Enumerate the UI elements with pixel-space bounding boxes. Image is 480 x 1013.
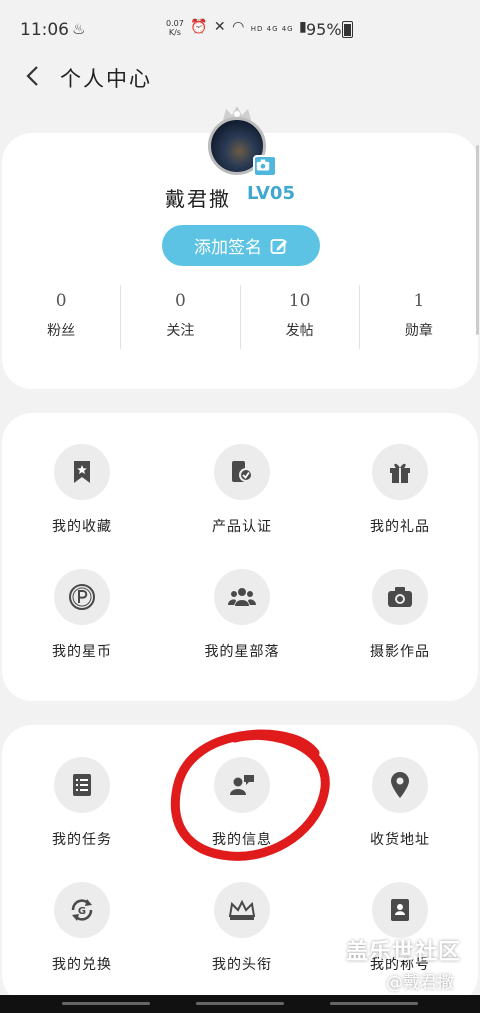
menu-item-tasks[interactable]: 我的任务 bbox=[2, 757, 162, 849]
add-signature-button[interactable]: 添加签名 bbox=[162, 225, 320, 266]
coin-p-icon bbox=[69, 584, 95, 610]
menu-item-product-cert[interactable]: 产品认证 bbox=[162, 444, 322, 536]
menu-item-messages[interactable]: 我的信息 bbox=[162, 757, 322, 849]
network-speed: 0.07 K/s bbox=[166, 19, 184, 37]
menu-item-titles[interactable]: 我的头衔 bbox=[162, 882, 322, 974]
svg-text:G: G bbox=[78, 906, 86, 917]
status-bar: 11:06 ♨ 0.07 K/s ⏰ ✕ ◠ HD 4G 4G ▮ 95% bbox=[0, 0, 480, 60]
watermark-user: @戴君撒 bbox=[386, 973, 454, 993]
nav-indicator-right[interactable] bbox=[330, 1002, 418, 1005]
menu-card-primary: 我的收藏 产品认证 我的礼品 我的星币 我的星部落 摄影作品 bbox=[2, 413, 478, 701]
header: 个人中心 bbox=[0, 55, 480, 100]
stat-followers[interactable]: 0 粉丝 bbox=[2, 285, 122, 349]
notification-icon: ♨ bbox=[72, 20, 86, 38]
stat-following[interactable]: 0 关注 bbox=[121, 285, 241, 349]
watermark-brand: 盖乐世社区 bbox=[346, 940, 462, 965]
camera-badge-icon[interactable] bbox=[253, 155, 277, 177]
level-badge: LV05 bbox=[247, 183, 295, 204]
avatar-area[interactable] bbox=[207, 105, 277, 177]
menu-item-photography[interactable]: 摄影作品 bbox=[320, 569, 480, 661]
profile-stats: 0 粉丝 0 关注 10 发帖 1 勋章 bbox=[2, 285, 478, 349]
menu-item-exchange[interactable]: G 我的兑换 bbox=[2, 882, 162, 974]
message-user-icon bbox=[230, 775, 254, 795]
add-signature-label: 添加签名 bbox=[194, 238, 262, 258]
battery-percent: 95% bbox=[306, 20, 342, 39]
scrollbar[interactable] bbox=[476, 145, 479, 335]
exchange-icon: G bbox=[71, 899, 93, 921]
stat-medals[interactable]: 1 勋章 bbox=[360, 285, 478, 349]
nav-indicator-center[interactable] bbox=[196, 1002, 284, 1005]
task-list-icon bbox=[73, 774, 91, 796]
device-check-icon bbox=[232, 461, 253, 482]
menu-item-favorites[interactable]: 我的收藏 bbox=[2, 444, 162, 536]
page-title: 个人中心 bbox=[60, 67, 152, 91]
system-navbar bbox=[0, 995, 480, 1013]
badge-card-icon bbox=[391, 899, 409, 921]
menu-item-address[interactable]: 收货地址 bbox=[320, 757, 480, 849]
group-icon bbox=[228, 588, 256, 606]
back-arrow-icon[interactable] bbox=[22, 63, 48, 89]
profile-card: 戴君撒 LV05 添加签名 0 粉丝 0 关注 10 发帖 1 勋章 bbox=[2, 106, 478, 389]
gift-icon bbox=[390, 463, 410, 483]
nav-indicator-left[interactable] bbox=[62, 1002, 150, 1005]
menu-item-gifts[interactable]: 我的礼品 bbox=[320, 444, 480, 536]
crown-icon bbox=[228, 899, 256, 920]
watermark: 盖乐世社区 @戴君撒 bbox=[346, 934, 461, 993]
signal-text: HD 4G 4G bbox=[250, 25, 294, 33]
location-pin-icon bbox=[391, 772, 409, 798]
status-time: 11:06 bbox=[20, 20, 69, 40]
battery-icon bbox=[342, 21, 353, 38]
bookmark-star-icon bbox=[74, 461, 90, 483]
stat-posts[interactable]: 10 发帖 bbox=[241, 285, 360, 349]
edit-icon bbox=[270, 238, 287, 254]
username: 戴君撒 bbox=[165, 187, 231, 211]
status-icons: ⏰ ✕ ◠ HD 4G 4G ▮ bbox=[190, 19, 308, 35]
menu-item-coins[interactable]: 我的星币 bbox=[2, 569, 162, 661]
camera-icon bbox=[388, 587, 412, 607]
menu-item-tribe[interactable]: 我的星部落 bbox=[162, 569, 322, 661]
